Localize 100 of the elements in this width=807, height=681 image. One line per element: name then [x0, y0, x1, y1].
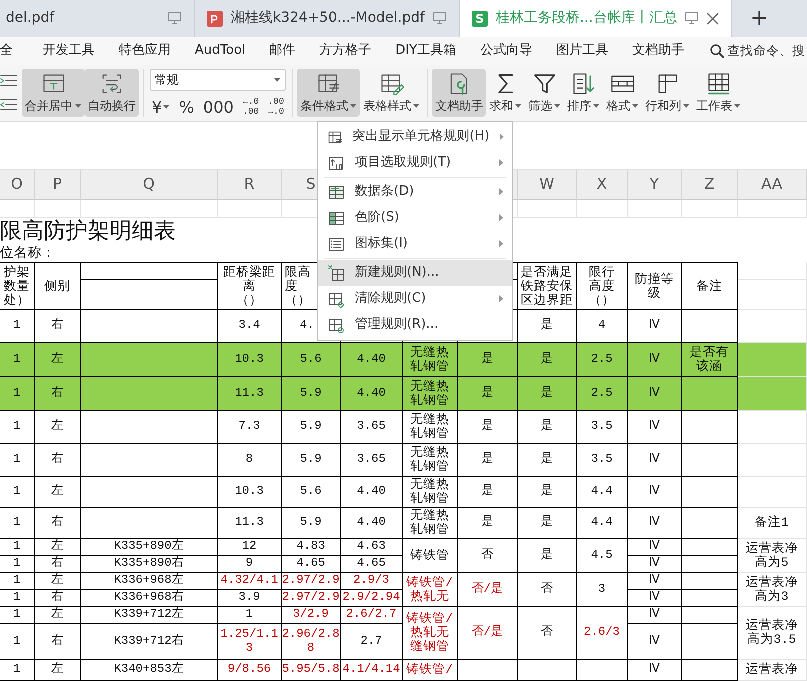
table-cell: 2.7: [341, 624, 403, 660]
number-format-button[interactable]: 000: [201, 100, 236, 116]
column-header[interactable]: R: [218, 170, 282, 200]
new-tab-button[interactable]: +: [732, 0, 787, 37]
table-cell: 是: [518, 411, 577, 444]
new-rule-icon: [328, 264, 345, 282]
number-format-button[interactable]: %: [177, 100, 196, 116]
menu-item[interactable]: 色阶(S): [318, 205, 512, 231]
table-cell: 1: [0, 444, 35, 477]
column-header[interactable]: O: [0, 170, 35, 200]
ribbon-button[interactable]: 表格样式: [360, 69, 424, 117]
table-cell: K335+890左: [81, 539, 218, 556]
number-format-button[interactable]: .00 →.0: [266, 98, 286, 117]
column-header[interactable]: Y: [628, 170, 682, 200]
table-cell: 3.5: [577, 444, 628, 477]
table-cell: 左: [35, 573, 81, 590]
menu-tab[interactable]: 特色应用: [119, 41, 171, 61]
table-cell: Ⅳ: [628, 573, 682, 590]
table-cell: 5.9: [282, 508, 341, 539]
table-cell: 否: [518, 573, 577, 607]
ribbon-button[interactable]: 格式: [603, 69, 642, 117]
table-cell: 4.40: [341, 343, 403, 377]
table-cell: 1: [0, 660, 35, 681]
menu-tab[interactable]: DIY工具箱: [396, 41, 456, 61]
header-cell: 护架 数量 处）: [0, 262, 35, 310]
column-header[interactable]: Z: [682, 170, 738, 200]
table-cell: 2.97/2.9: [282, 573, 341, 590]
table-cell: Ⅳ: [628, 477, 682, 508]
table-cell: 5.6: [282, 477, 341, 508]
table-cell: 2.5: [577, 343, 628, 377]
table-cell: 12: [218, 539, 282, 556]
column-header[interactable]: Q: [81, 170, 218, 200]
ribbon-button[interactable]: 排序: [564, 69, 604, 117]
ribbon-button[interactable]: 行和列: [642, 69, 694, 117]
menu-tab[interactable]: 全: [0, 41, 13, 61]
table-cell: 5.9: [282, 411, 341, 444]
table-cell: 11.3: [218, 508, 282, 539]
table-cell: 1: [0, 477, 35, 508]
header-cell: 侧别: [35, 262, 81, 310]
menu-item[interactable]: 新建规则(N)...: [318, 260, 512, 286]
table-cell: 无缝热 轧钢管: [403, 377, 458, 411]
menu-item[interactable]: 突出显示单元格规则(H): [318, 124, 512, 150]
menu-tab[interactable]: 开发工具: [43, 41, 95, 61]
table-cell: 4.83: [282, 539, 341, 556]
menu-tab[interactable]: 方方格子: [320, 41, 372, 61]
menu-item[interactable]: 图标集(I): [318, 231, 512, 257]
icon-set-icon: [328, 236, 345, 252]
table-cell: 1: [0, 411, 35, 444]
table-cell: 1: [0, 624, 35, 660]
format-dropdown[interactable]: 常规: [150, 69, 286, 91]
table-cell: 否/是: [458, 573, 518, 607]
menu-tab[interactable]: 文档助手: [632, 41, 684, 61]
number-format-button[interactable]: ←.0 .00: [240, 98, 262, 117]
menu-tab[interactable]: 公式向导: [480, 41, 532, 61]
unit-label: 位名称：: [0, 246, 56, 262]
tab[interactable]: S 桂林工务段桥...台帐库丨汇总: [460, 0, 732, 37]
table-cell: 右: [35, 508, 81, 539]
menu-tab[interactable]: 图片工具: [556, 41, 608, 61]
ribbon-button[interactable]: 条件格式: [297, 69, 360, 117]
table-cell: 是: [518, 508, 577, 539]
table-cell: 铸铁管: [403, 539, 458, 573]
ribbon-button[interactable]: 合并居中: [22, 69, 85, 117]
clear-rules-icon: [328, 290, 345, 308]
table-cell: 5.9: [282, 444, 341, 477]
column-header[interactable]: X: [577, 170, 628, 200]
table-cell: 10.3: [218, 477, 282, 508]
column-header[interactable]: AA: [738, 170, 807, 200]
number-format-button[interactable]: ¥: [150, 100, 172, 116]
table-cell: K339+712右: [81, 624, 218, 660]
column-header[interactable]: W: [518, 170, 577, 200]
menu-tab[interactable]: 邮件: [270, 41, 296, 61]
table-cell: 1: [0, 377, 35, 411]
column-header[interactable]: P: [35, 170, 81, 200]
table-cell: 5.6: [282, 343, 341, 377]
table-cell: 是: [518, 477, 577, 508]
header-cell: 备注: [682, 262, 738, 310]
table-cell: 左: [35, 411, 81, 444]
table-cell: 是: [458, 508, 518, 539]
sheet-logo: S: [472, 10, 488, 26]
ribbon-button[interactable]: 自动换行: [85, 69, 139, 117]
table-cell: 是否有该涵: [682, 343, 738, 377]
ribbon-button[interactable]: 筛选: [525, 69, 564, 117]
table-cell: 左: [35, 660, 81, 681]
ribbon-button[interactable]: 求和: [486, 69, 526, 117]
menu-tab[interactable]: AudTool: [195, 41, 246, 61]
table-cell: 1: [218, 607, 282, 624]
table-cell: 运营表净高为5: [738, 539, 807, 573]
table-cell: 无缝热 轧钢管: [403, 411, 458, 444]
table-cell: 备注1: [738, 508, 807, 539]
table-cell: Ⅳ: [628, 444, 682, 477]
ribbon-button[interactable]: 文档助手: [432, 69, 486, 117]
search-field[interactable]: 查找命令、搜: [710, 42, 807, 60]
table-cell: 1: [0, 573, 35, 590]
table-cell: 4.40: [341, 377, 403, 411]
ribbon-button[interactable]: 工作表: [693, 69, 744, 117]
table-cell: 7.3: [218, 411, 282, 444]
table-cell: 8: [218, 444, 282, 477]
table-cell: 4.4: [577, 508, 628, 539]
table-cell: 右: [35, 556, 81, 573]
table-cell: 左: [35, 539, 81, 556]
